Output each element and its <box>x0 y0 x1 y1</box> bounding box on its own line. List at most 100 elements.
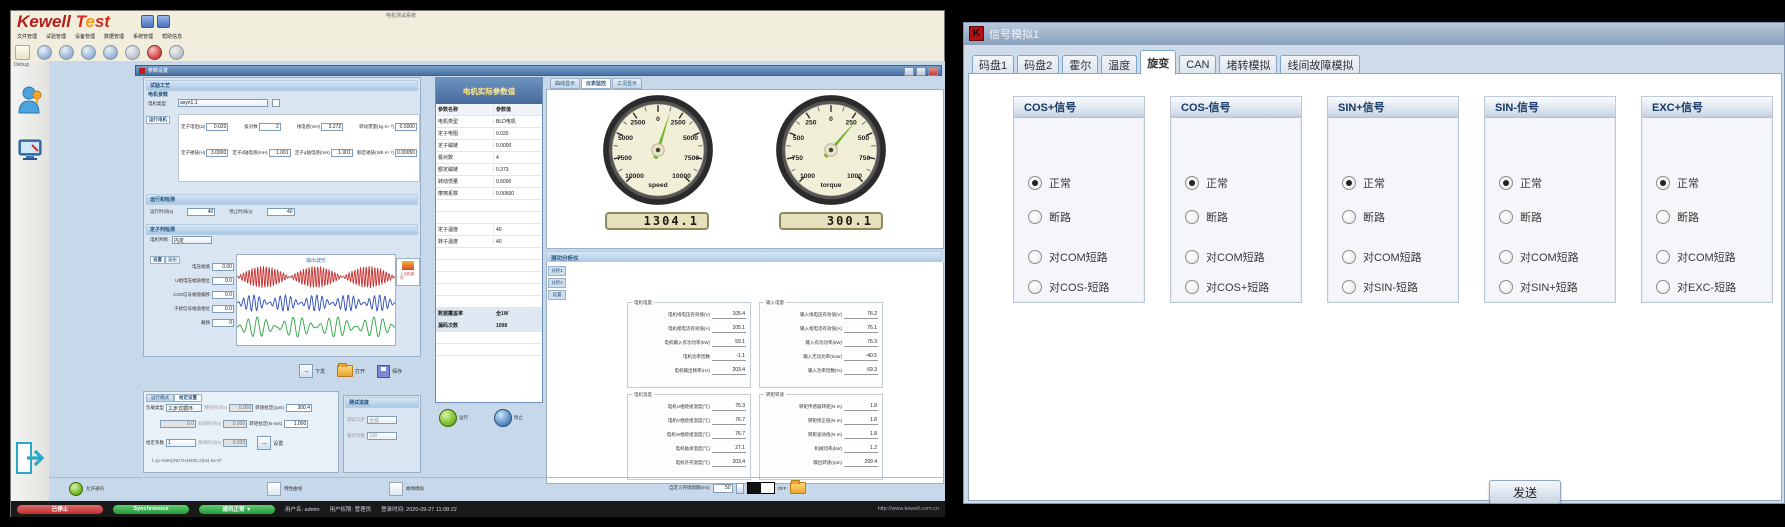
toolbar-icon-6[interactable] <box>125 45 140 60</box>
minimize-icon[interactable] <box>904 67 914 76</box>
toolbar-icon-3[interactable] <box>59 45 74 60</box>
radio-icon[interactable] <box>1028 210 1042 224</box>
field-input[interactable]: 0.0 <box>212 305 234 313</box>
set-button[interactable]: →设置 <box>257 436 283 450</box>
menu-item[interactable]: 帮助信息 <box>162 33 182 42</box>
radio-icon[interactable] <box>1185 176 1199 190</box>
radio-icon[interactable] <box>1028 176 1042 190</box>
table-row[interactable] <box>436 284 542 296</box>
field-input[interactable]: 0.020 <box>206 123 228 131</box>
status-pill-comm[interactable]: 通讯正常 ▼ <box>199 505 275 514</box>
open-button[interactable]: 打开 <box>337 365 365 377</box>
radio-option[interactable]: 对COS-短路 <box>1028 280 1144 293</box>
radio-option[interactable]: 断路 <box>1342 210 1458 223</box>
radio-option[interactable]: 正常 <box>1499 176 1615 189</box>
radio-icon[interactable] <box>1185 210 1199 224</box>
radio-icon[interactable] <box>1656 210 1670 224</box>
table-row[interactable]: 电机类型 BLD电机 <box>436 116 542 128</box>
radio-option[interactable]: 断路 <box>1185 210 1301 223</box>
dyno-side-tab[interactable]: 设置 <box>548 290 566 300</box>
table-row[interactable] <box>436 296 542 308</box>
run-indicator[interactable]: 运行 <box>439 409 468 427</box>
radio-icon[interactable] <box>1499 176 1513 190</box>
dyno-side-tab[interactable]: 分析2 <box>548 278 566 288</box>
menu-item[interactable]: 设备管理 <box>75 33 95 42</box>
close-icon[interactable] <box>928 67 938 76</box>
radio-option[interactable]: 正常 <box>1028 176 1144 189</box>
period-input[interactable]: 50 <box>713 484 733 493</box>
tab-run-motor[interactable]: 运行电机 <box>146 116 170 124</box>
monitor-icon[interactable] <box>18 139 42 161</box>
table-row[interactable]: 极对数 4 <box>436 152 542 164</box>
table-row[interactable]: 转动惯量 0.5000 <box>436 176 542 188</box>
radio-option[interactable]: 对COM短路 <box>1499 250 1615 263</box>
table-row[interactable] <box>436 248 542 260</box>
radio-option[interactable]: 对COM短路 <box>1028 250 1144 263</box>
radio-option[interactable]: 正常 <box>1342 176 1458 189</box>
dialog-tab[interactable]: 码盘1 <box>972 55 1014 75</box>
torque-ref-input[interactable]: 1.000 <box>284 420 308 428</box>
table-row[interactable]: 定子温度 40 <box>436 224 542 236</box>
radio-option[interactable]: 对COS+短路 <box>1185 280 1301 293</box>
field-select[interactable]: 100 <box>367 432 397 440</box>
radio-icon[interactable] <box>1342 176 1356 190</box>
period-spinner[interactable] <box>736 483 744 494</box>
toggle-switch[interactable] <box>747 482 775 494</box>
field-input[interactable]: 0.00050 <box>395 149 417 157</box>
allow-comm-toggle[interactable]: 允许通讯 <box>69 482 104 496</box>
toolbar-icon-2[interactable] <box>37 45 52 60</box>
curve-button[interactable]: 特性曲线 <box>267 482 302 496</box>
motor-type-browse-button[interactable] <box>272 99 280 107</box>
table-row[interactable]: 定子磁链 0.0000 <box>436 140 542 152</box>
field-input[interactable]: 0.0 <box>212 277 234 285</box>
gauge-tab[interactable]: 仪表监控 <box>581 78 611 89</box>
radio-option[interactable]: 对SIN+短路 <box>1499 280 1615 293</box>
radio-icon[interactable] <box>1656 250 1670 264</box>
table-row[interactable]: 摩擦系数 0.00500 <box>436 188 542 200</box>
restore-icon[interactable] <box>916 67 926 76</box>
exit-icon[interactable] <box>15 441 45 475</box>
speed-ref-input[interactable]: 300.4 <box>286 404 312 412</box>
radio-icon[interactable] <box>1656 176 1670 190</box>
field-input[interactable]: 1.001 <box>331 149 353 157</box>
radio-icon[interactable] <box>1185 280 1199 294</box>
field-input[interactable]: 3.0000 <box>206 149 228 157</box>
motor-type-select[interactable]: asyn1.1 <box>178 99 268 107</box>
dyno-side-tab[interactable]: 分析1 <box>548 266 566 276</box>
field-select[interactable]: 全部 <box>367 416 397 424</box>
field-input[interactable]: 1.001 <box>269 149 291 157</box>
dialog-tab[interactable]: 码盘2 <box>1017 55 1059 75</box>
table-row[interactable] <box>436 272 542 284</box>
radio-icon[interactable] <box>1342 250 1356 264</box>
stop-time-input[interactable]: 40 <box>267 208 295 216</box>
radio-option[interactable]: 断路 <box>1499 210 1615 223</box>
gauge-tab[interactable]: 工况显示 <box>612 78 642 89</box>
table-row[interactable] <box>436 200 542 212</box>
load-type-select[interactable]: 工步式循环 <box>166 404 202 412</box>
menu-item[interactable]: 数据管理 <box>104 33 124 42</box>
dialog-tab[interactable]: CAN <box>1179 55 1216 75</box>
stop-indicator[interactable]: 停止 <box>494 409 523 427</box>
radio-icon[interactable] <box>1499 250 1513 264</box>
radio-option[interactable]: 对COM短路 <box>1342 250 1458 263</box>
download-button[interactable]: →下发 <box>299 364 325 378</box>
radio-option[interactable]: 断路 <box>1656 210 1772 223</box>
table-row[interactable]: 参数名称 参数值 <box>436 104 542 116</box>
table-row[interactable]: 定子电阻 0.020 <box>436 128 542 140</box>
titlebar-mini-icon[interactable] <box>141 15 154 28</box>
send-button[interactable]: 发送 <box>1489 480 1561 504</box>
table-row[interactable] <box>436 212 542 224</box>
table-row[interactable] <box>436 260 542 272</box>
table-row[interactable]: 漏码次数 1098 <box>436 320 542 332</box>
mode-tab[interactable]: 给定设置 <box>174 394 202 402</box>
field-input[interactable]: 0.5000 <box>395 123 417 131</box>
radio-icon[interactable] <box>1028 280 1042 294</box>
menu-item[interactable]: 试验管理 <box>46 33 66 42</box>
dialog-tab[interactable]: 线间故障模拟 <box>1280 55 1360 75</box>
toolbar-stop-icon[interactable] <box>147 45 162 60</box>
wave-tool-button[interactable]: 上位机操作 <box>396 258 420 286</box>
radio-icon[interactable] <box>1342 280 1356 294</box>
radio-icon[interactable] <box>1656 280 1670 294</box>
mode-tab[interactable]: 运行模式 <box>146 394 174 402</box>
field-input[interactable]: 0.0 <box>212 291 234 299</box>
